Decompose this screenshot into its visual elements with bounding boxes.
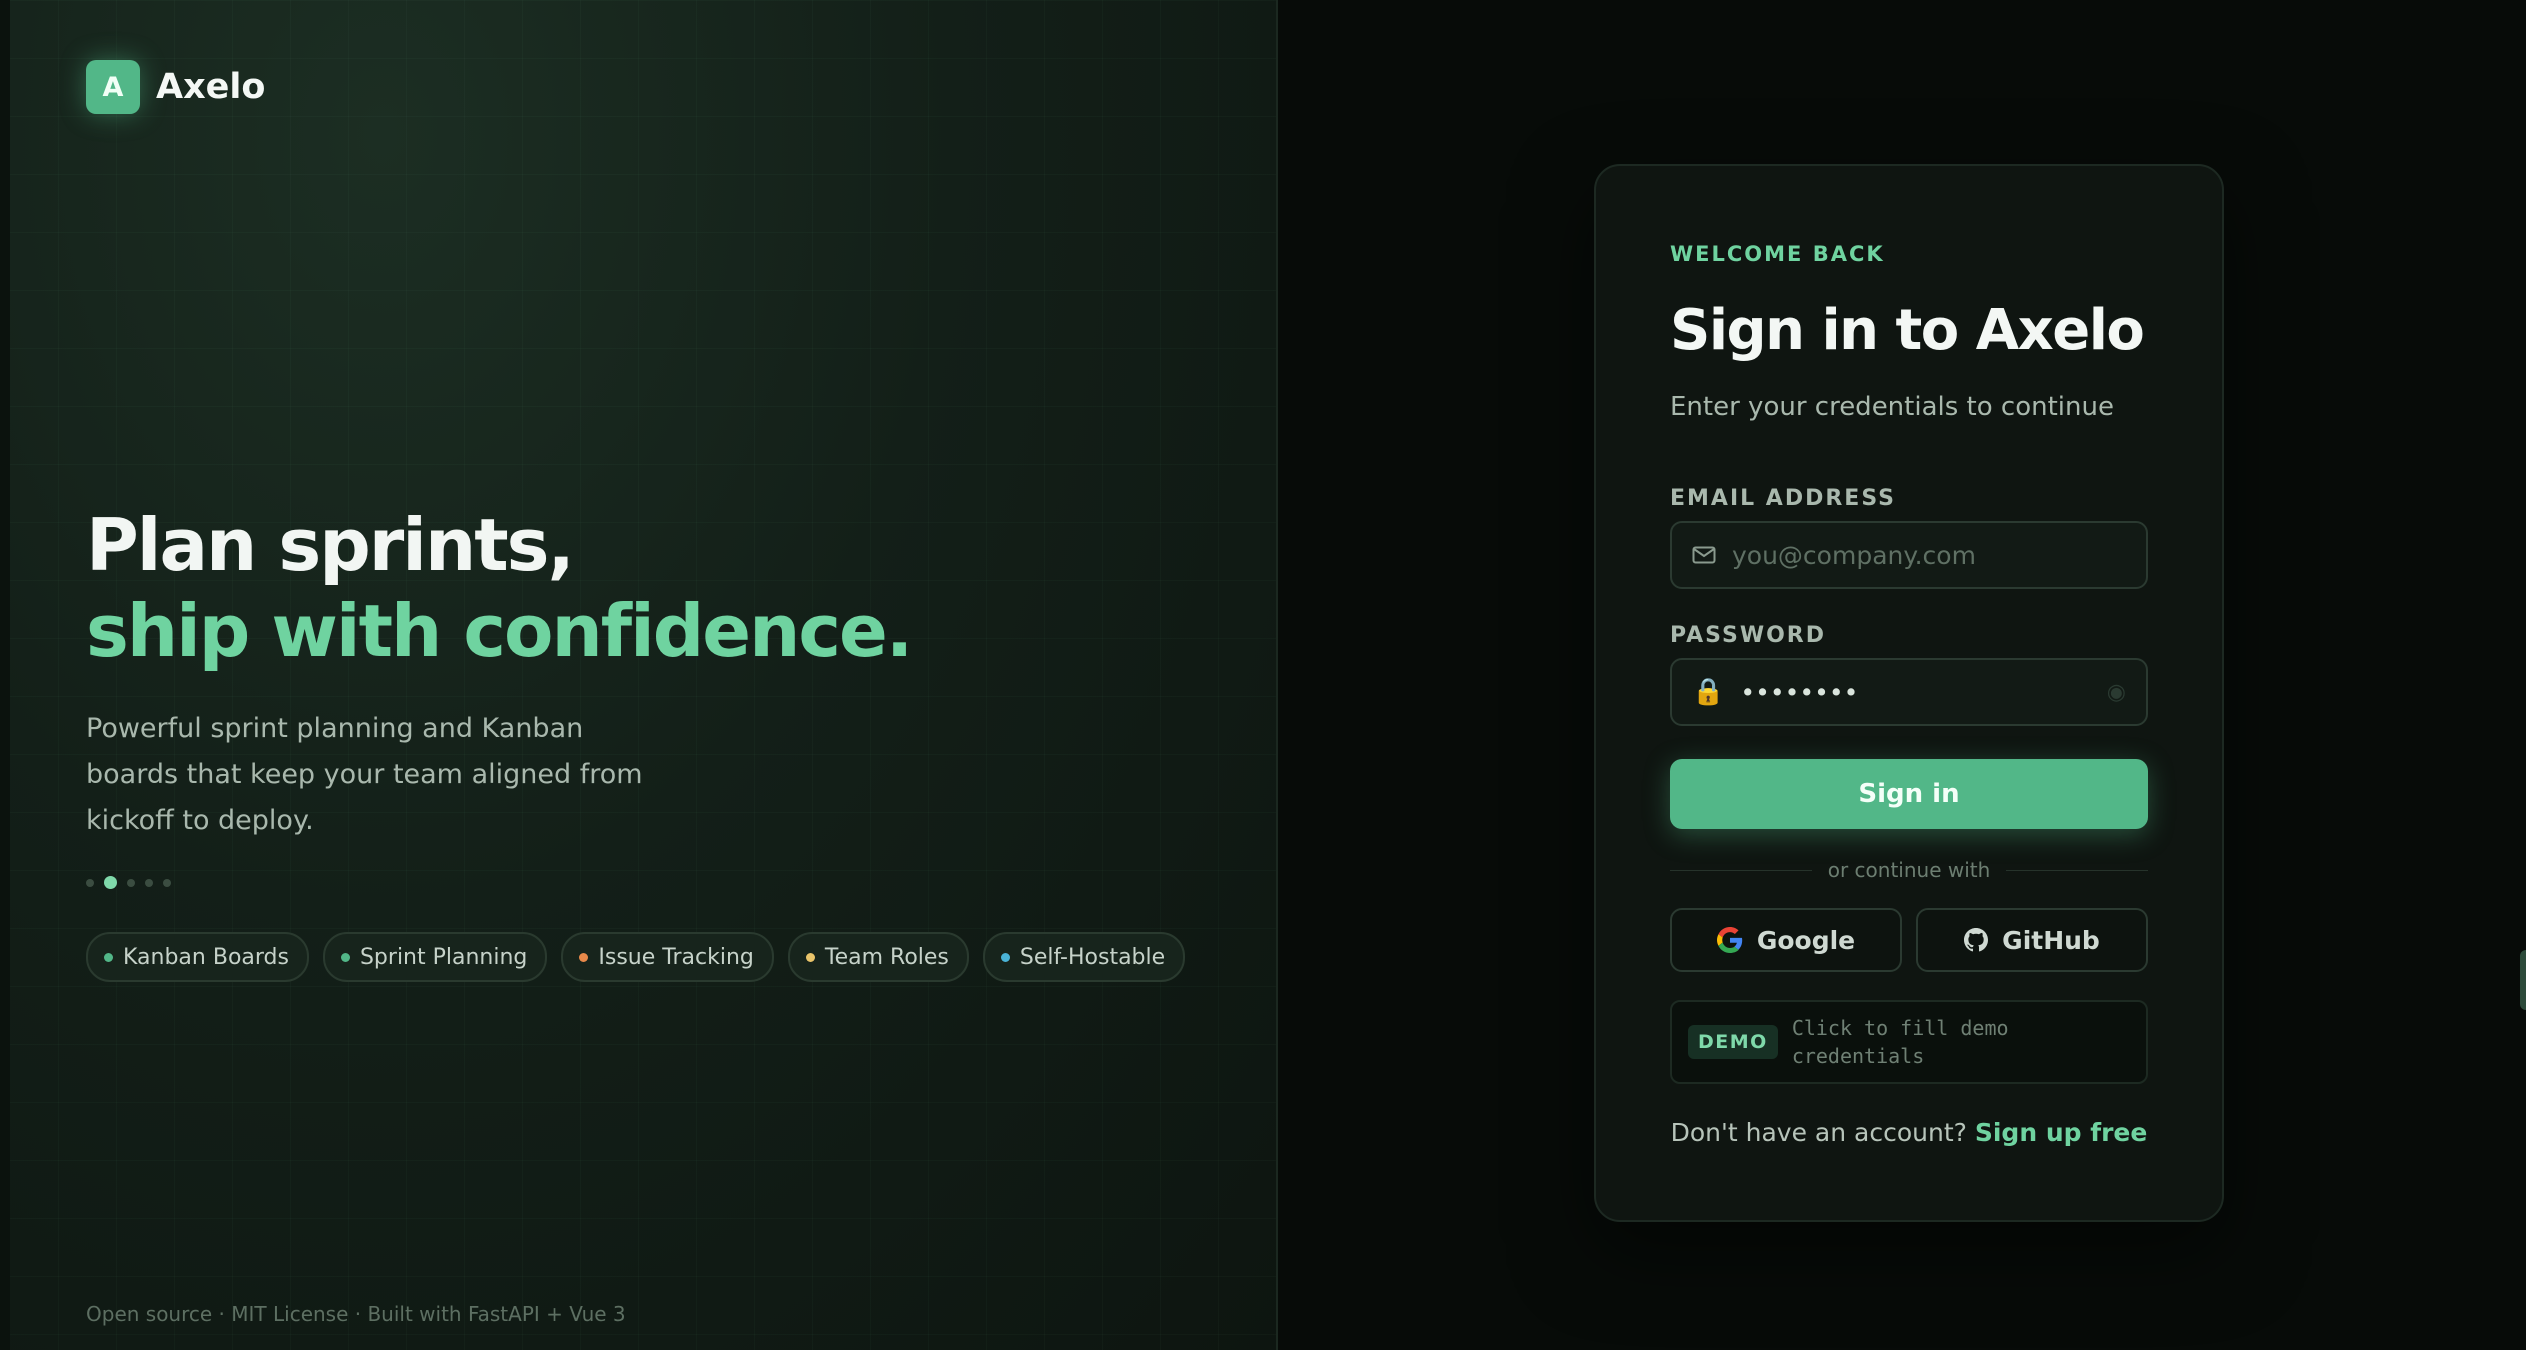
tag-label: Self-Hostable [1019,944,1166,970]
welcome-eyebrow: WELCOME BACK [1670,242,1885,266]
carousel-dot[interactable] [127,878,135,887]
tag-label: Kanban Boards [123,944,289,970]
password-label: PASSWORD [1670,623,1827,648]
password-input-wrap[interactable]: 🔒 ◉ [1670,658,2148,726]
github-label: GitHub [2002,925,2100,955]
mail-icon [1692,546,1716,564]
show-password-icon[interactable]: ◉ [2107,680,2126,705]
brand-name: Axelo [156,67,266,107]
carousel-dot-active[interactable] [104,876,117,889]
tag-bullet [1000,952,1010,962]
tag-label: Team Roles [824,944,949,970]
hero-footer: Open source · MIT License · Built with F… [86,1302,626,1326]
email-label: EMAIL ADDRESS [1670,486,1897,511]
login-card: WELCOME BACK Sign in to Axelo Enter your… [1594,164,2224,1222]
feature-tag-selfhost: Self-Hostable [982,932,1186,982]
email-field[interactable] [1730,539,2126,571]
feature-tag-kanban: Kanban Boards [86,932,309,982]
tag-label: Sprint Planning [359,944,528,970]
feature-tags: Kanban Boards Sprint Planning Issue Trac… [86,932,1186,982]
password-field[interactable] [1738,676,2107,708]
divider-line [1670,869,1812,871]
carousel-dot[interactable] [145,878,153,887]
edge-handle[interactable] [2520,950,2526,1010]
headline-line-2: ship with confidence. [86,589,913,673]
tag-bullet [805,952,815,962]
login-subtitle: Enter your credentials to continue [1670,392,2114,422]
hero-description: Powerful sprint planning and Kanban boar… [86,713,643,836]
feature-tag-issues: Issue Tracking [561,932,774,982]
signup-prompt: Don't have an account? Sign up free [1596,1118,2222,1147]
signup-link[interactable]: Sign up free [1975,1118,2148,1147]
google-button[interactable]: Google [1670,908,1902,972]
hero-panel: A Axelo Plan sprints, ship with confiden… [0,0,1278,1350]
sign-in-button[interactable]: Sign in [1670,759,2148,829]
divider: or continue with [1670,858,2149,882]
tag-bullet [579,952,589,962]
demo-badge: DEMO [1688,1025,1778,1059]
google-icon [1716,927,1743,953]
github-button[interactable]: GitHub [1916,908,2148,972]
signup-prompt-text: Don't have an account? [1670,1118,1967,1147]
carousel-dot[interactable] [163,878,171,887]
feature-tag-sprint: Sprint Planning [322,932,548,982]
logo-mark: A [86,60,140,114]
feature-tag-roles: Team Roles [787,932,969,982]
demo-text: Click to fill demo credentials [1791,1016,2009,1068]
lock-icon: 🔒 [1692,677,1725,707]
tag-label: Issue Tracking [598,944,754,970]
email-input-wrap[interactable] [1670,521,2148,589]
divider-text: or continue with [1827,858,1991,882]
google-label: Google [1756,925,1856,955]
headline-line-1: Plan sprints, [86,503,575,587]
carousel-dots [86,876,171,889]
hero-headline: Plan sprints, ship with confidence. [86,502,913,674]
demo-credentials-box[interactable]: DEMO Click to fill demo credentials [1670,1000,2148,1084]
login-title: Sign in to Axelo [1670,298,2145,363]
tag-bullet [340,952,350,962]
github-icon [1964,928,1989,952]
login-page: A Axelo Plan sprints, ship with confiden… [0,0,2526,1350]
brand-logo[interactable]: A Axelo [86,60,265,114]
carousel-dot[interactable] [86,878,94,887]
divider-line [2006,869,2149,871]
tag-bullet [104,952,113,962]
